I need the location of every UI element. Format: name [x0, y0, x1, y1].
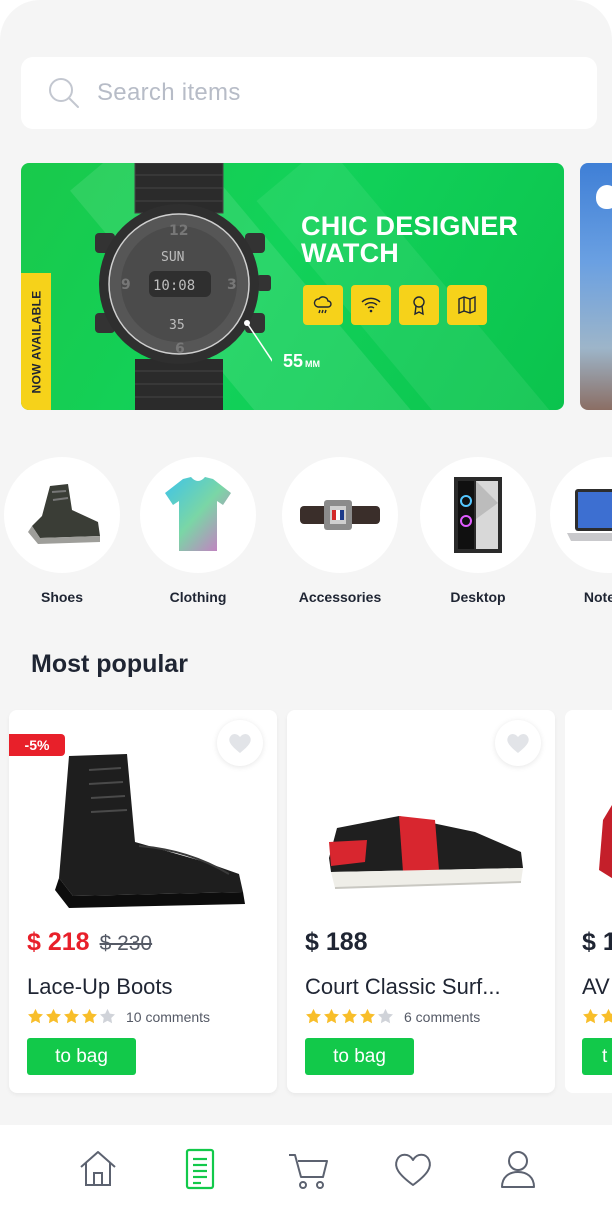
- category-image: [420, 457, 536, 573]
- size-value: 55: [283, 351, 304, 371]
- banner-title-line1: CHIC DESIGNER: [301, 211, 519, 241]
- map-icon: [447, 285, 487, 325]
- now-available-badge: NOW AVAILABLE: [21, 273, 51, 410]
- price: $ 218: [27, 928, 90, 956]
- feature-icons: [303, 285, 487, 325]
- apple-logo-icon: [596, 185, 612, 209]
- weather-icon: [303, 285, 343, 325]
- star-icon: [360, 1008, 375, 1024]
- nav-favorites[interactable]: [391, 1146, 435, 1192]
- nav-profile[interactable]: [496, 1146, 540, 1192]
- category-label: Desktop: [450, 589, 506, 605]
- star-icon: [82, 1008, 97, 1024]
- stars: [582, 1008, 612, 1025]
- star-icon: [64, 1008, 79, 1024]
- rating: 10 comments: [27, 1008, 210, 1025]
- star-icon: [342, 1008, 357, 1024]
- now-available-text: NOW AVAILABLE: [29, 290, 43, 393]
- product-image: [55, 754, 245, 908]
- svg-text:6: 6: [175, 341, 185, 357]
- star-icon: [601, 1008, 612, 1024]
- category-shoes[interactable]: Shoes: [4, 457, 120, 605]
- stars: [305, 1008, 394, 1025]
- product-image: [599, 805, 612, 879]
- app-screen: Search items 10:08 SUN 35 12 6 9 3 CHIC …: [0, 0, 612, 1227]
- product-name: Lace-Up Boots: [27, 974, 173, 999]
- favorites-icon: [395, 1153, 431, 1186]
- search-icon: [49, 78, 79, 108]
- price-row: $ 188: [305, 928, 368, 957]
- product-name: AV: [582, 974, 610, 999]
- comments-count[interactable]: 6 comments: [404, 1009, 480, 1025]
- notebook-image: [567, 489, 612, 541]
- home-icon: [80, 1151, 116, 1186]
- size-unit: MM: [305, 359, 321, 369]
- star-icon: [306, 1008, 321, 1024]
- star-icon: [324, 1008, 339, 1024]
- banner-title-line2: WATCH: [301, 238, 399, 268]
- svg-text:10:08: 10:08: [153, 278, 195, 294]
- promo-banner-next[interactable]: [580, 163, 612, 410]
- category-label: Accessories: [298, 589, 382, 605]
- add-to-bag-button[interactable]: to bag: [305, 1038, 414, 1075]
- search-input[interactable]: Search items: [97, 79, 241, 107]
- star-icon: [46, 1008, 61, 1024]
- banner-title: CHIC DESIGNER WATCH: [301, 213, 541, 267]
- product-image: [329, 816, 523, 889]
- price: $ 1: [582, 928, 612, 956]
- price: $ 188: [305, 928, 368, 956]
- belt-image: [300, 500, 380, 530]
- product-card[interactable]: $ 188 Court Classic Surf... 6 comments t…: [287, 710, 555, 1093]
- svg-text:35: 35: [169, 318, 185, 333]
- nav-cart[interactable]: [286, 1146, 330, 1192]
- nav-catalog[interactable]: [178, 1146, 222, 1192]
- stars: [27, 1008, 116, 1025]
- svg-text:9: 9: [121, 277, 131, 293]
- cart-icon: [289, 1154, 328, 1189]
- svg-text:12: 12: [169, 223, 188, 239]
- category-image: [550, 457, 612, 573]
- category-label: Notebo: [583, 589, 612, 605]
- profile-icon: [501, 1151, 535, 1188]
- award-icon: [399, 285, 439, 325]
- star-icon: [583, 1008, 598, 1024]
- watch-image: 10:08 SUN 35 12 6 9 3: [95, 163, 272, 410]
- desktop-image: [454, 477, 502, 553]
- product-card[interactable]: -5% $ 218 $ 230 Lace-Up Boots 10 comment…: [9, 710, 277, 1093]
- star-empty-icon: [100, 1008, 115, 1024]
- search-bar[interactable]: Search items: [21, 57, 597, 129]
- svg-text:3: 3: [227, 277, 237, 293]
- category-image: [140, 457, 256, 573]
- wifi-icon: [351, 285, 391, 325]
- star-empty-icon: [378, 1008, 393, 1024]
- product-card[interactable]: $ 1 AV t: [565, 710, 612, 1093]
- price-row: $ 218 $ 230: [27, 928, 152, 957]
- category-label: Shoes: [40, 589, 83, 605]
- shoe-image: [28, 484, 100, 544]
- nav-home[interactable]: [76, 1146, 120, 1192]
- category-notebooks[interactable]: Notebo: [550, 457, 612, 605]
- category-desktop[interactable]: Desktop: [420, 457, 536, 605]
- product-name: Court Classic Surf...: [305, 974, 501, 999]
- comments-count[interactable]: 10 comments: [126, 1009, 210, 1025]
- size-label: 55 MM: [283, 351, 320, 372]
- star-icon: [28, 1008, 43, 1024]
- add-to-bag-button[interactable]: to bag: [27, 1038, 136, 1075]
- section-title: Most popular: [31, 650, 188, 678]
- catalog-icon: [185, 1148, 215, 1190]
- svg-text:SUN: SUN: [161, 250, 184, 265]
- rating: 6 comments: [305, 1008, 480, 1025]
- category-accessories[interactable]: Accessories: [282, 457, 398, 605]
- tshirt-image: [165, 477, 231, 551]
- old-price: $ 230: [99, 932, 153, 955]
- category-label: Clothing: [169, 589, 227, 605]
- add-to-bag-button[interactable]: t: [582, 1038, 612, 1075]
- promo-banner[interactable]: 10:08 SUN 35 12 6 9 3 CHIC DESIGNER WATC…: [21, 163, 564, 410]
- category-image: [282, 457, 398, 573]
- bottom-nav: [0, 1125, 612, 1227]
- category-clothing[interactable]: Clothing: [140, 457, 256, 605]
- category-image: [4, 457, 120, 573]
